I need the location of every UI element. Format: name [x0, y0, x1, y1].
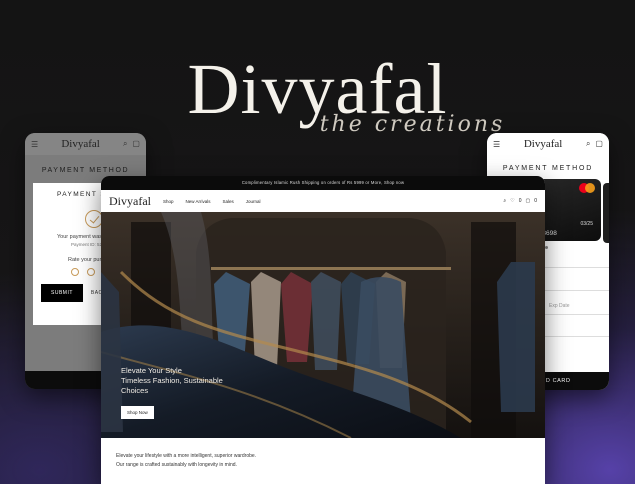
mobile-header: ☰ Divyafal ⌕ ▢ [487, 133, 609, 155]
cart-icon[interactable]: ▢ [132, 139, 140, 149]
wishlist-icon[interactable]: ♡ [510, 198, 514, 204]
nav-link-sales[interactable]: Sales [223, 199, 234, 204]
hero-line-2: Timeless Fashion, Sustainable [121, 376, 223, 385]
intro-line-1: Elevate your lifestyle with a more intel… [116, 453, 257, 459]
menu-icon[interactable]: ☰ [493, 140, 500, 149]
wishlist-count: 0 [518, 198, 522, 204]
search-icon[interactable]: ⌕ [123, 139, 127, 149]
hero-line-3: Choices [121, 386, 149, 395]
exp-date-label: Exp Date [549, 303, 570, 309]
search-icon[interactable]: ⌕ [503, 198, 506, 204]
hero-line-1: Elevate Your Style [121, 366, 182, 375]
search-icon[interactable]: ⌕ [586, 139, 590, 149]
menu-icon[interactable]: ☰ [31, 140, 38, 149]
payment-method-title: PAYMENT METHOD [41, 167, 130, 174]
cart-count: 0 [534, 198, 537, 204]
face-icon[interactable] [87, 268, 95, 276]
carousel-dots [545, 246, 548, 249]
submit-button[interactable]: SUBMIT [41, 284, 83, 302]
mobile-logo[interactable]: Divyafal [524, 138, 562, 150]
boutique-scene-illustration [101, 212, 545, 438]
mastercard-icon [579, 183, 595, 193]
intro-copy: Elevate your lifestyle with a more intel… [101, 438, 545, 469]
nav-link-journal[interactable]: Journal [246, 199, 261, 204]
hero-image: Elevate Your Style Timeless Fashion, Sus… [101, 212, 545, 438]
cart-icon[interactable]: ▢ [525, 198, 530, 204]
top-nav: Divyafal Shop New Arrivals Sales Journal… [101, 190, 545, 212]
next-card-peek[interactable] [603, 183, 609, 243]
nav-link-shop[interactable]: Shop [163, 199, 174, 204]
face-icon[interactable] [71, 268, 79, 276]
nav-logo[interactable]: Divyafal [109, 194, 151, 209]
payment-method-title: PAYMENT METHOD [502, 165, 594, 172]
mobile-logo[interactable]: Divyafal [61, 138, 99, 150]
desktop-homepage: Complimentary Islamic Rush Shipping on o… [101, 176, 545, 484]
promo-banner[interactable]: Complimentary Islamic Rush Shipping on o… [101, 176, 545, 190]
shop-now-button[interactable]: Shop Now [121, 406, 154, 419]
nav-link-new-arrivals[interactable]: New Arrivals [186, 199, 211, 204]
hero-headline: Elevate Your Style Timeless Fashion, Sus… [121, 366, 241, 396]
cart-icon[interactable]: ▢ [595, 139, 603, 149]
mobile-header: ☰ Divyafal ⌕ ▢ [25, 133, 146, 155]
intro-line-2: Our range is crafted sustainably with lo… [116, 461, 237, 468]
card-expiry: 03/25 [580, 221, 593, 227]
